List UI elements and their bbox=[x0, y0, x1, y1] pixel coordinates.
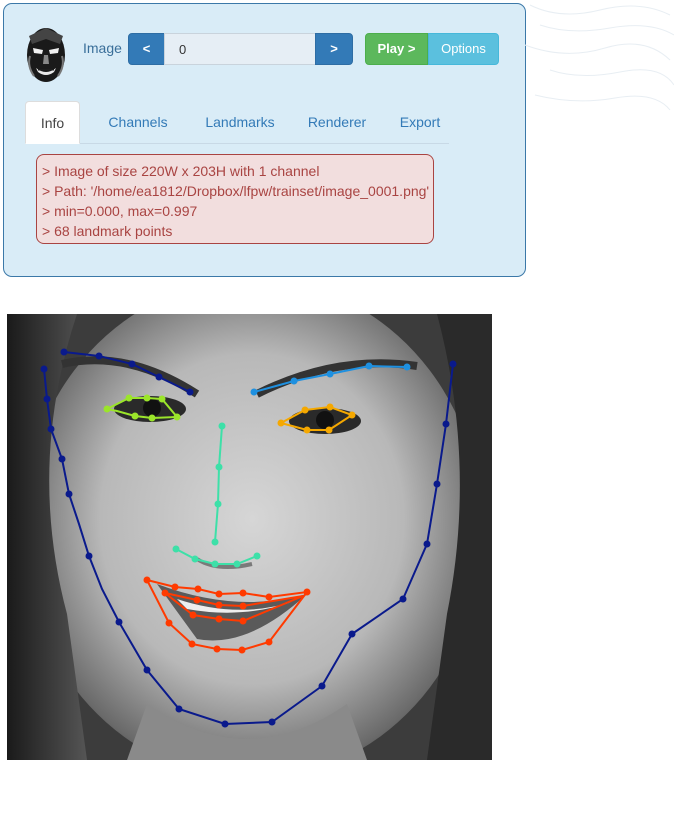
landmark-point bbox=[238, 646, 246, 654]
landmark-point bbox=[211, 538, 219, 546]
landmark-point bbox=[214, 500, 222, 508]
tab-landmarks[interactable]: Landmarks bbox=[185, 101, 295, 143]
landmark-point bbox=[85, 552, 93, 560]
landmark-point bbox=[115, 618, 123, 626]
info-path-line: > Path: '/home/ea1812/Dropbox/lfpw/train… bbox=[42, 183, 430, 199]
landmark-point bbox=[143, 666, 151, 674]
landmark-point bbox=[365, 362, 373, 370]
landmark-point bbox=[442, 420, 450, 428]
image-info-box: > Image of size 220W x 203H with 1 chann… bbox=[36, 154, 434, 244]
landmark-point bbox=[303, 588, 311, 596]
landmark-point bbox=[301, 406, 309, 414]
landmark-point bbox=[40, 365, 48, 373]
info-landmarks-line: > 68 landmark points bbox=[42, 223, 173, 239]
previous-image-button[interactable]: < bbox=[128, 33, 165, 65]
landmark-point bbox=[239, 589, 247, 597]
view-tabs: Info Channels Landmarks Renderer Export bbox=[25, 101, 449, 144]
landmark-point bbox=[265, 593, 273, 601]
tab-info[interactable]: Info bbox=[25, 101, 80, 144]
image-label: Image bbox=[83, 40, 122, 56]
landmark-point bbox=[213, 645, 221, 653]
landmark-point bbox=[233, 560, 241, 568]
landmark-point bbox=[265, 638, 273, 646]
landmark-point bbox=[239, 602, 247, 610]
landmark-point bbox=[43, 395, 51, 403]
landmark-point bbox=[348, 630, 356, 638]
landmark-point bbox=[211, 560, 219, 568]
landmark-point bbox=[161, 589, 169, 597]
landmark-point bbox=[186, 388, 194, 396]
control-panel: Image < > Play > Options Info Channels L… bbox=[3, 3, 526, 277]
landmark-point bbox=[188, 640, 196, 648]
landmark-point bbox=[221, 720, 229, 728]
image-index-input[interactable] bbox=[164, 33, 316, 65]
info-range-line: > min=0.000, max=0.997 bbox=[42, 203, 198, 219]
face-skin bbox=[22, 314, 482, 760]
left-iris bbox=[143, 399, 161, 417]
landmark-point bbox=[172, 545, 180, 553]
tab-renderer[interactable]: Renderer bbox=[287, 101, 387, 143]
landmark-point bbox=[348, 411, 356, 419]
face-image-with-landmarks bbox=[7, 314, 492, 760]
landmark-point bbox=[403, 363, 411, 371]
landmark-point bbox=[189, 611, 197, 619]
landmark-point bbox=[148, 414, 156, 422]
landmark-point bbox=[155, 373, 163, 381]
landmark-point bbox=[58, 455, 66, 463]
landmark-point bbox=[143, 576, 151, 584]
landmark-point bbox=[433, 480, 441, 488]
landmark-point bbox=[143, 394, 151, 402]
play-button[interactable]: Play > bbox=[365, 33, 428, 65]
landmark-point bbox=[250, 388, 258, 396]
landmark-point bbox=[65, 490, 73, 498]
landmark-point bbox=[60, 348, 68, 356]
landmark-point bbox=[253, 552, 261, 560]
tab-channels[interactable]: Channels bbox=[88, 101, 188, 143]
landmark-point bbox=[191, 555, 199, 563]
landmark-point bbox=[399, 595, 407, 603]
info-size-line: > Image of size 220W x 203H with 1 chann… bbox=[42, 163, 320, 179]
landmark-point bbox=[290, 377, 298, 385]
mask-logo-icon bbox=[27, 28, 65, 82]
landmark-point bbox=[47, 425, 55, 433]
landmark-point bbox=[239, 617, 247, 625]
landmark-point bbox=[449, 360, 457, 368]
landmark-point bbox=[165, 619, 173, 627]
landmark-point bbox=[194, 585, 202, 593]
tab-export[interactable]: Export bbox=[380, 101, 460, 143]
background-texture bbox=[524, 4, 674, 111]
landmark-point bbox=[193, 596, 201, 604]
right-iris bbox=[316, 411, 334, 429]
landmark-point bbox=[326, 403, 334, 411]
landmark-point bbox=[175, 705, 183, 713]
landmark-point bbox=[125, 394, 133, 402]
landmark-point bbox=[325, 426, 333, 434]
landmark-point bbox=[218, 422, 226, 430]
landmark-point bbox=[171, 583, 179, 591]
landmark-point bbox=[423, 540, 431, 548]
landmark-point bbox=[277, 419, 285, 427]
landmark-point bbox=[303, 426, 311, 434]
landmark-point bbox=[95, 352, 103, 360]
landmark-point bbox=[215, 601, 223, 609]
next-image-button[interactable]: > bbox=[315, 33, 353, 65]
landmark-point bbox=[158, 395, 166, 403]
landmark-point bbox=[215, 615, 223, 623]
landmark-point bbox=[268, 718, 276, 726]
landmark-point bbox=[215, 463, 223, 471]
landmark-point bbox=[326, 370, 334, 378]
landmark-point bbox=[215, 590, 223, 598]
options-button[interactable]: Options bbox=[428, 33, 499, 65]
landmark-point bbox=[318, 682, 326, 690]
landmark-point bbox=[173, 413, 181, 421]
landmark-point bbox=[131, 412, 139, 420]
landmark-point bbox=[103, 405, 111, 413]
landmark-point bbox=[128, 360, 136, 368]
